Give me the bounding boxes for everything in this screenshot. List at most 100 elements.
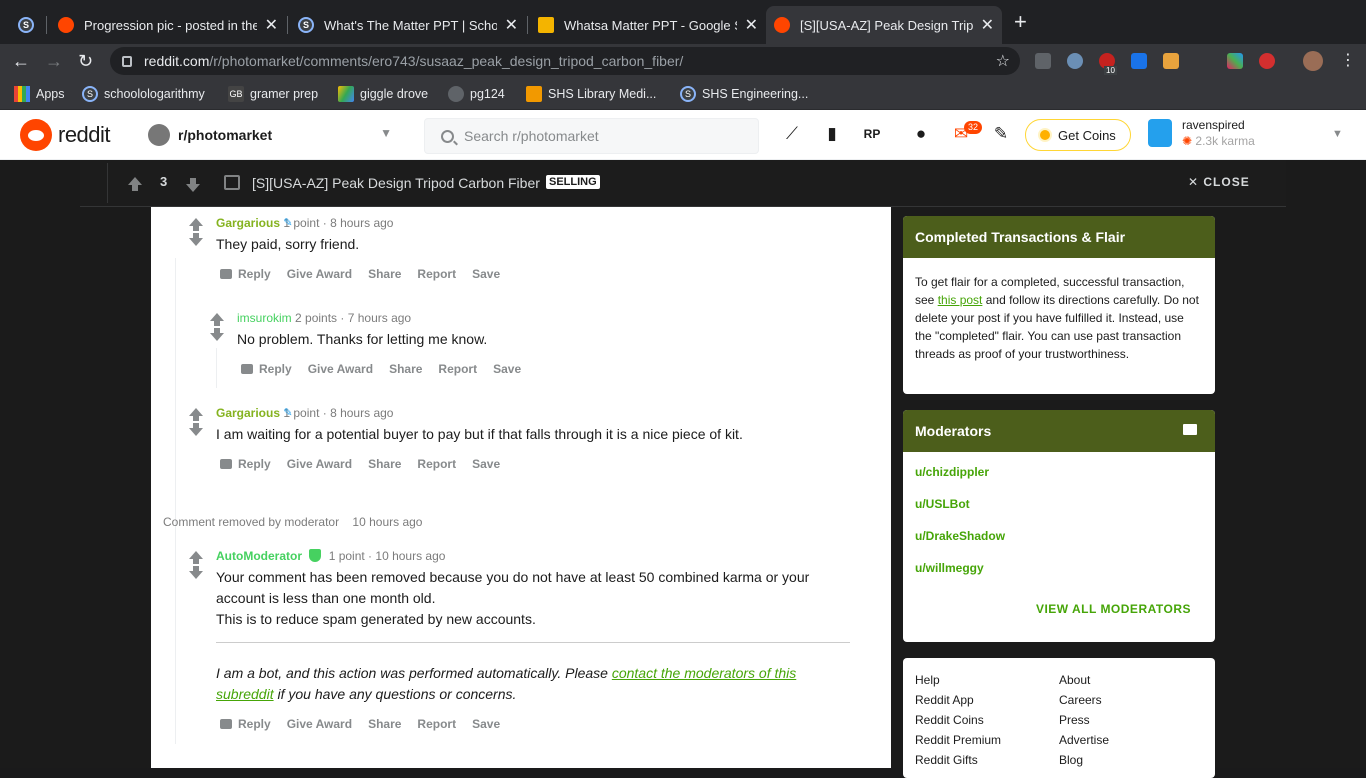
comment-author[interactable]: Gargarious: [216, 216, 280, 230]
give-award-button[interactable]: Give Award: [287, 717, 352, 731]
save-button[interactable]: Save: [472, 267, 500, 281]
share-button[interactable]: Share: [368, 717, 401, 731]
menu-icon[interactable]: ⋮: [1340, 50, 1356, 72]
reload-icon[interactable]: ↻: [78, 50, 93, 72]
checkmark-extension-icon[interactable]: [1131, 53, 1147, 69]
this-post-link[interactable]: this post: [938, 293, 983, 307]
give-award-button[interactable]: Give Award: [308, 362, 373, 376]
downvote-icon[interactable]: [189, 423, 203, 436]
give-award-button[interactable]: Give Award: [287, 457, 352, 471]
user-menu[interactable]: ravenspired 2.3k karma ▼: [1148, 118, 1343, 148]
footer-link[interactable]: Reddit Premium: [915, 730, 1001, 750]
moderator-link[interactable]: u/chizdippler: [915, 462, 1203, 494]
moderator-link[interactable]: u/USLBot: [915, 494, 1203, 526]
tab-active-reddit[interactable]: [S][USA-AZ] Peak Design Tripo ✕: [766, 6, 1002, 44]
search-input[interactable]: Search r/photomarket: [424, 118, 759, 154]
save-button[interactable]: Save: [493, 362, 521, 376]
comment-author[interactable]: imsurokim: [237, 311, 292, 325]
footer-link[interactable]: Help: [915, 670, 1001, 690]
moderator-link[interactable]: u/DrakeShadow: [915, 526, 1203, 558]
save-button[interactable]: Save: [472, 717, 500, 731]
reply-button[interactable]: Reply: [220, 457, 271, 471]
report-button[interactable]: Report: [438, 362, 477, 376]
bookmark-gramer-prep[interactable]: GB gramer prep: [228, 86, 318, 102]
bookmark-shs-library[interactable]: SHS Library Medi...: [526, 86, 656, 102]
thread-line[interactable]: [216, 348, 217, 388]
comment-author[interactable]: Gargarious: [216, 406, 280, 420]
stats-icon[interactable]: ▮: [822, 124, 842, 144]
upvote-icon[interactable]: [189, 408, 203, 421]
s-icon: S: [82, 86, 98, 102]
downvote-icon[interactable]: [189, 566, 203, 579]
downvote-icon[interactable]: [210, 328, 224, 341]
bookmark-apps[interactable]: Apps: [14, 86, 65, 102]
moderator-link[interactable]: u/willmeggy: [915, 558, 1203, 590]
get-coins-button[interactable]: Get Coins: [1025, 119, 1131, 151]
footer-link[interactable]: Blog: [1059, 750, 1109, 770]
comment-author[interactable]: AutoModerator: [216, 549, 302, 563]
thread-line[interactable]: [175, 258, 176, 744]
report-button[interactable]: Report: [417, 717, 456, 731]
upvote-icon[interactable]: [189, 551, 203, 564]
close-button[interactable]: ✕ CLOSE: [1188, 175, 1250, 189]
footer-link[interactable]: Careers: [1059, 690, 1109, 710]
give-award-button[interactable]: Give Award: [287, 267, 352, 281]
footer-link[interactable]: Reddit Gifts: [915, 750, 1001, 770]
bookmark-pg124[interactable]: pg124: [448, 86, 505, 102]
forward-icon[interactable]: →: [45, 50, 63, 72]
address-bar[interactable]: reddit.com/r/photomarket/comments/ero743…: [110, 47, 1020, 75]
profile-avatar[interactable]: [1303, 51, 1323, 71]
pencil-flair-icon: ✎: [283, 217, 293, 229]
trending-icon[interactable]: ⟋: [782, 124, 802, 144]
subreddit-selector[interactable]: r/photomarket ▼: [148, 124, 398, 146]
bookmark-shs-engineering[interactable]: S SHS Engineering...: [680, 86, 808, 102]
owl-extension-icon[interactable]: [1067, 53, 1083, 69]
reply-button[interactable]: Reply: [241, 362, 292, 376]
crx-extension-icon[interactable]: [1035, 53, 1051, 69]
tab-progression-pic[interactable]: Progression pic - posted in the ✕: [50, 6, 286, 44]
reddit-logo[interactable]: reddit: [20, 119, 111, 151]
back-icon[interactable]: ←: [12, 50, 30, 72]
close-tab-icon[interactable]: ✕: [505, 15, 518, 35]
bookmark-star-icon[interactable]: ☆: [996, 51, 1010, 71]
footer-link[interactable]: Reddit Coins: [915, 710, 1001, 730]
report-button[interactable]: Report: [417, 267, 456, 281]
bookmark-schoolology[interactable]: Sschoolologarithmy: [82, 86, 205, 102]
upvote-icon[interactable]: [189, 218, 203, 231]
close-tab-icon[interactable]: ✕: [265, 15, 278, 35]
save-button[interactable]: Save: [472, 457, 500, 471]
reply-button[interactable]: Reply: [220, 267, 271, 281]
new-tab-icon[interactable]: +: [1014, 11, 1027, 33]
close-tab-icon[interactable]: ✕: [745, 15, 758, 35]
s-icon: S: [18, 17, 34, 33]
red-extension-icon[interactable]: [1259, 53, 1275, 69]
share-button[interactable]: Share: [389, 362, 422, 376]
tab-google-slides[interactable]: Whatsa Matter PPT - Google Sl ✕: [530, 6, 766, 44]
report-button[interactable]: Report: [417, 457, 456, 471]
message-mods-icon[interactable]: [1183, 424, 1197, 435]
upvote-icon[interactable]: [210, 313, 224, 326]
close-tab-icon[interactable]: ✕: [981, 15, 994, 35]
tab-pinned[interactable]: S: [10, 6, 46, 44]
box-extension-icon[interactable]: [1163, 53, 1179, 69]
view-all-moderators-button[interactable]: VIEW ALL MODERATORS: [1036, 602, 1191, 616]
footer-link[interactable]: Advertise: [1059, 730, 1109, 750]
downvote-icon[interactable]: [189, 233, 203, 246]
create-post-icon[interactable]: ✎: [991, 124, 1011, 144]
upvote-icon[interactable]: [128, 177, 142, 191]
reply-button[interactable]: Reply: [220, 717, 271, 731]
widget-title: Completed Transactions & Flair: [903, 216, 1215, 258]
bookmark-giggle-drove[interactable]: giggle drove: [338, 86, 428, 102]
chat-icon[interactable]: ●: [911, 124, 931, 144]
s-icon: S: [680, 86, 696, 102]
color-extension-icon[interactable]: [1227, 53, 1243, 69]
footer-link[interactable]: Reddit App: [915, 690, 1001, 710]
downvote-icon[interactable]: [186, 178, 200, 192]
footer-link[interactable]: Press: [1059, 710, 1109, 730]
share-button[interactable]: Share: [368, 267, 401, 281]
comment-body: They paid, sorry friend.: [216, 236, 360, 252]
rpan-icon[interactable]: RP: [862, 124, 882, 144]
share-button[interactable]: Share: [368, 457, 401, 471]
tab-whats-the-matter[interactable]: S What's The Matter PPT | Schoo ✕: [290, 6, 526, 44]
footer-link[interactable]: About: [1059, 670, 1109, 690]
